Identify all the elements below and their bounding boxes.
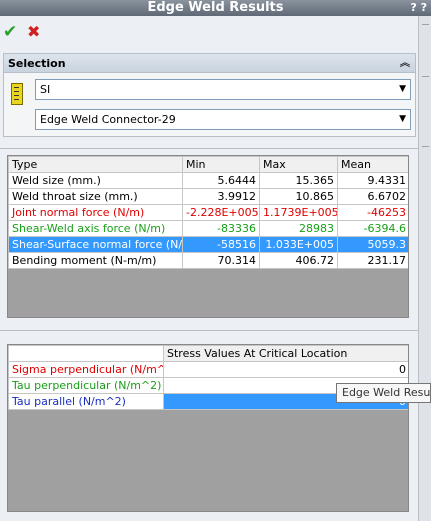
column-header-type[interactable]: Type: [8, 156, 183, 173]
window-title: Edge Weld Results: [147, 0, 284, 15]
row-min: 70.314: [182, 252, 260, 269]
chevron-down-icon[interactable]: ▼: [399, 110, 406, 129]
stress-row-label: Sigma perpendicular (N/m^2): [8, 361, 164, 378]
section-divider: [0, 330, 418, 331]
row-mean: 9.4331: [337, 172, 408, 189]
row-mean: 5059.3: [337, 236, 408, 253]
row-type: Weld size (mm.): [8, 172, 183, 189]
table-row[interactable]: Weld size (mm.) 5.6444 15.365 9.4331: [8, 172, 408, 189]
close-icon[interactable]: ?: [421, 1, 427, 14]
column-header-min[interactable]: Min: [182, 156, 260, 173]
row-min: 3.9912: [182, 188, 260, 205]
stress-row-label: Tau perpendicular (N/m^2): [8, 377, 164, 394]
row-min: -58516: [182, 236, 260, 253]
row-min: -2.228E+005: [182, 204, 260, 221]
collapse-icon[interactable]: ︽: [400, 54, 410, 73]
column-header-mean[interactable]: Mean: [337, 156, 408, 173]
row-mean: 231.17: [337, 252, 408, 269]
window-titlebar: Edge Weld Results ? ?: [0, 0, 431, 16]
units-dropdown[interactable]: SI ▼: [35, 79, 411, 100]
row-min: -83336: [182, 220, 260, 237]
row-mean: 6.6702: [337, 188, 408, 205]
row-type: Bending moment (N-m/m): [8, 252, 183, 269]
table-row[interactable]: Joint normal force (N/m) -2.228E+005 1.1…: [8, 204, 408, 221]
connector-dropdown-value: Edge Weld Connector-29: [40, 113, 176, 126]
row-min: 5.6444: [182, 172, 260, 189]
selection-header[interactable]: Selection ︽: [4, 54, 415, 73]
stress-corner-cell: [8, 345, 164, 362]
stress-column-header[interactable]: Stress Values At Critical Location: [163, 345, 408, 362]
section-divider: [0, 148, 418, 149]
stress-row-value: 0: [163, 361, 408, 378]
stress-grid: Stress Values At Critical Location Sigma…: [7, 344, 409, 512]
help-icon[interactable]: ?: [410, 1, 416, 14]
table-row-selected[interactable]: Shear-Surface normal force (N/m) -58516 …: [8, 236, 408, 253]
units-ruler-icon: [11, 83, 23, 105]
row-max: 1.1739E+005: [259, 204, 338, 221]
results-header-row: Type Min Max Mean: [8, 156, 408, 173]
row-type: Joint normal force (N/m): [8, 204, 183, 221]
row-max: 406.72: [259, 252, 338, 269]
row-max: 10.865: [259, 188, 338, 205]
row-type: Weld throat size (mm.): [8, 188, 183, 205]
side-scrollbar[interactable]: [418, 16, 431, 521]
tooltip: Edge Weld Resu: [336, 383, 431, 403]
selection-header-label: Selection: [8, 57, 66, 70]
results-grid: Type Min Max Mean Weld size (mm.) 5.6444…: [7, 155, 409, 318]
connector-dropdown[interactable]: Edge Weld Connector-29 ▼: [35, 109, 411, 130]
stress-row-label: Tau parallel (N/m^2): [8, 393, 164, 410]
row-max: 28983: [259, 220, 338, 237]
tooltip-text: Edge Weld Resu: [342, 386, 431, 399]
checkmark-icon[interactable]: ✔: [3, 22, 17, 42]
table-row[interactable]: Shear-Weld axis force (N/m) -83336 28983…: [8, 220, 408, 237]
column-header-max[interactable]: Max: [259, 156, 338, 173]
row-type: Shear-Surface normal force (N/m): [8, 236, 183, 253]
table-row[interactable]: Bending moment (N-m/m) 70.314 406.72 231…: [8, 252, 408, 269]
stress-header-row: Stress Values At Critical Location: [8, 345, 408, 362]
cancel-x-icon[interactable]: ✖: [27, 22, 40, 41]
row-type: Shear-Weld axis force (N/m): [8, 220, 183, 237]
units-dropdown-value: SI: [40, 83, 51, 96]
row-max: 15.365: [259, 172, 338, 189]
chevron-down-icon[interactable]: ▼: [399, 80, 406, 99]
results-table: Type Min Max Mean Weld size (mm.) 5.6444…: [8, 156, 408, 269]
selection-group: Selection ︽ SI ▼ Edge Weld Connector-29 …: [3, 53, 416, 137]
row-max: 1.033E+005: [259, 236, 338, 253]
row-mean: -6394.6: [337, 220, 408, 237]
table-row[interactable]: Sigma perpendicular (N/m^2) 0: [8, 361, 408, 378]
table-row[interactable]: Weld throat size (mm.) 3.9912 10.865 6.6…: [8, 188, 408, 205]
row-mean: -46253: [337, 204, 408, 221]
